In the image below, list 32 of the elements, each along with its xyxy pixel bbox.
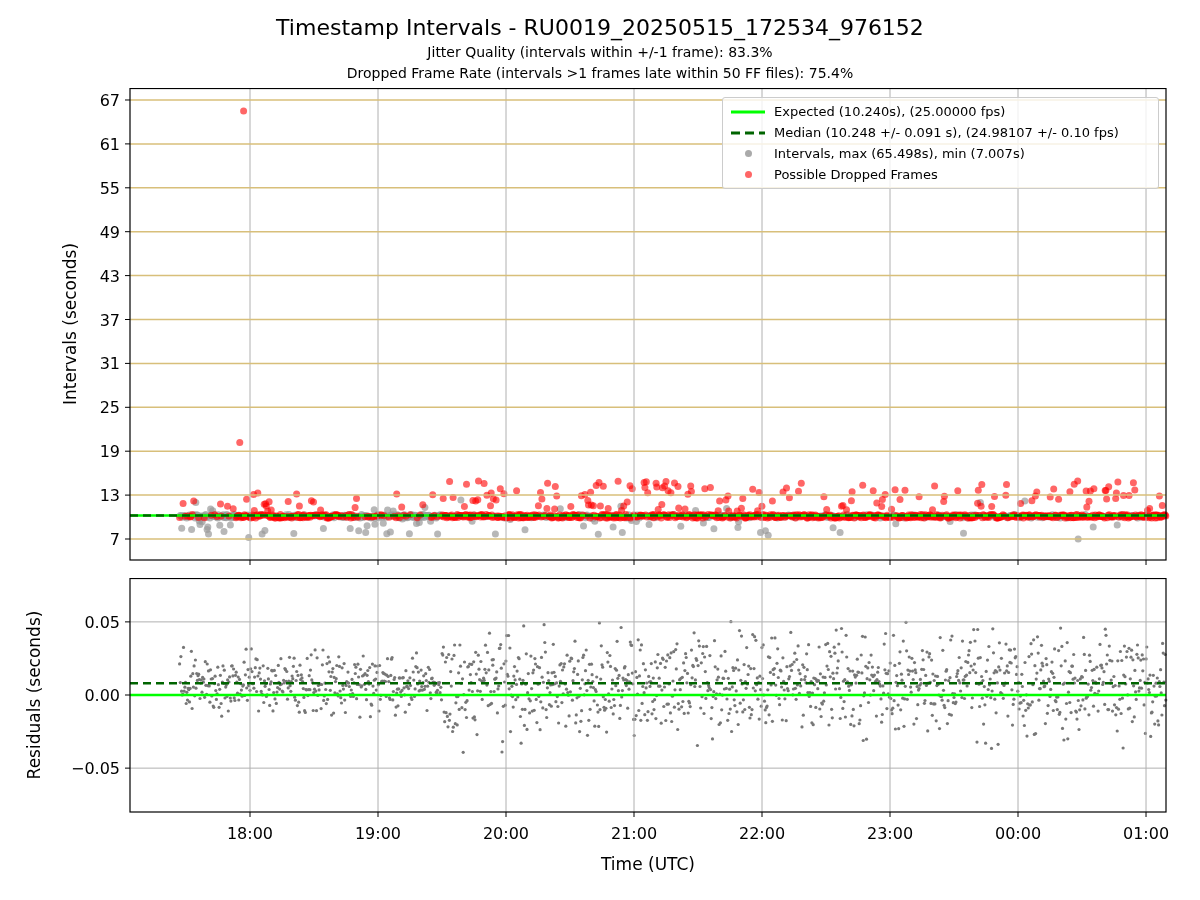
y-tick-label: 0.05 bbox=[84, 612, 120, 632]
chart-subtitle: Jitter Quality (intervals within +/-1 frame): 83.3% bbox=[427, 43, 773, 62]
legend-label: Expected (10.240s), (25.00000 fps) bbox=[774, 102, 1006, 121]
legend-label: Possible Dropped Frames bbox=[774, 165, 938, 184]
legend-label: Intervals, max (65.498s), min (7.007s) bbox=[774, 144, 1025, 163]
x-tick-label: 18:00 bbox=[226, 824, 274, 843]
y-tick-label: 0.00 bbox=[84, 686, 120, 705]
x-tick-label: 01:00 bbox=[1122, 824, 1170, 843]
chart-subtitle: Dropped Frame Rate (intervals >1 frames late within 50 FF files): 75.4% bbox=[346, 64, 854, 83]
y-tick-label: 61 bbox=[99, 134, 120, 154]
x-tick-label: 19:00 bbox=[354, 824, 402, 843]
y-tick-label: −0.05 bbox=[70, 759, 120, 779]
y-axis-label: Intervals (seconds) bbox=[60, 242, 80, 406]
y-axis-label: Residuals (seconds) bbox=[24, 610, 44, 780]
x-tick-label: 23:00 bbox=[866, 824, 914, 843]
legend-label: Median (10.248 +/- 0.091 s), (24.98107 +/- 0.10 fps) bbox=[774, 123, 1119, 142]
y-tick-label: 13 bbox=[99, 486, 120, 506]
y-tick-label: 37 bbox=[99, 310, 120, 330]
x-tick-label: 00:00 bbox=[994, 824, 1042, 843]
y-tick-label: 55 bbox=[99, 178, 120, 198]
chart-title: Timestamp Intervals - RU0019_20250515_172534_976152 bbox=[276, 14, 924, 42]
x-axis-label: Time (UTC) bbox=[601, 854, 695, 874]
y-tick-label: 31 bbox=[99, 354, 120, 374]
x-tick-label: 21:00 bbox=[610, 824, 658, 843]
y-tick-label: 49 bbox=[99, 222, 120, 242]
y-tick-label: 67 bbox=[99, 91, 120, 110]
x-tick-label: 20:00 bbox=[482, 824, 530, 843]
y-tick-label: 25 bbox=[99, 398, 120, 418]
y-tick-label: 19 bbox=[99, 442, 120, 462]
y-tick-label: 43 bbox=[99, 266, 120, 286]
x-tick-label: 22:00 bbox=[738, 824, 786, 843]
y-tick-label: 7 bbox=[109, 530, 120, 549]
